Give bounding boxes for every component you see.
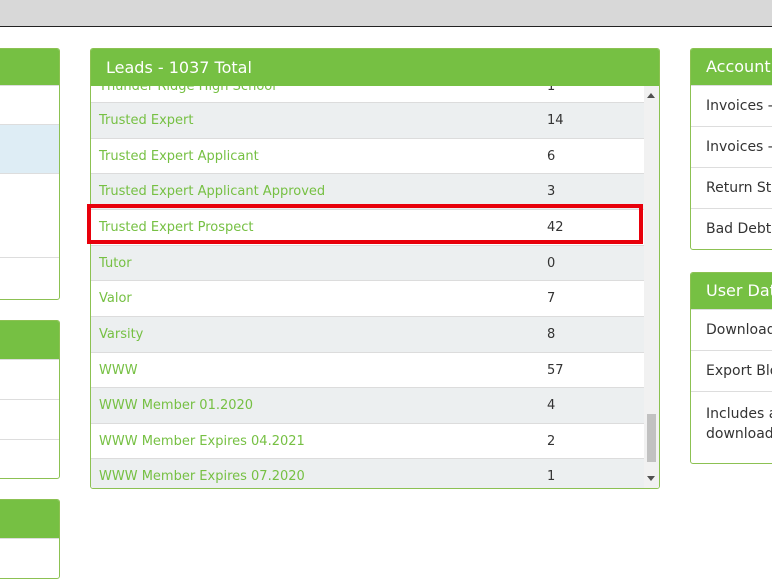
lead-row[interactable]: Varsity 8 — [91, 316, 644, 352]
left-panel-2-row-3[interactable] — [0, 439, 59, 478]
lead-count: 1 — [547, 469, 556, 484]
user-data-note-line: Includes a — [706, 406, 772, 422]
lead-name-link[interactable]: Varsity — [99, 317, 143, 352]
left-panel-1 — [0, 48, 60, 300]
accounting-panel: Accountin Invoices - C Invoices - I Retu… — [690, 48, 772, 250]
accounting-item[interactable]: Bad Debt I — [691, 208, 772, 249]
lead-row[interactable]: WWW Member 01.2020 4 — [91, 387, 644, 423]
left-panel-1-row-1[interactable] — [0, 85, 59, 124]
lead-row[interactable]: Trusted Expert 14 — [91, 102, 644, 138]
lead-name-link[interactable]: Trusted Expert Applicant — [99, 139, 259, 174]
lead-row[interactable]: WWW 57 — [91, 352, 644, 388]
accounting-panel-title: Accountin — [691, 49, 772, 85]
left-panel-3-row-1[interactable] — [0, 538, 59, 578]
lead-name-link[interactable]: WWW — [99, 353, 138, 388]
accounting-item[interactable]: Invoices - I — [691, 126, 772, 167]
lead-row[interactable]: Trusted Expert Applicant 6 — [91, 138, 644, 174]
lead-count: 0 — [547, 256, 556, 271]
lead-row[interactable]: Trusted Expert Prospect 42 — [91, 209, 644, 245]
lead-count: 7 — [547, 291, 556, 306]
lead-count: 3 — [547, 184, 556, 199]
left-panel-1-row-selected[interactable] — [0, 124, 59, 173]
leads-panel: Leads - 1037 Total Thunder Ridge High Sc… — [90, 48, 660, 489]
lead-name-link[interactable]: WWW Member 01.2020 — [99, 388, 253, 423]
lead-count: 8 — [547, 327, 556, 342]
accounting-item[interactable]: Return Sta — [691, 167, 772, 208]
left-panel-1-row-4[interactable] — [0, 257, 59, 297]
lead-count: 42 — [547, 220, 564, 235]
lead-name-link[interactable]: Tutor — [99, 246, 132, 281]
left-panel-1-header — [0, 49, 59, 85]
user-data-panel: User Dat Download Export Blo Includes a … — [690, 272, 772, 464]
left-panel-2-row-1[interactable] — [0, 359, 59, 399]
lead-name-link[interactable]: Trusted Expert Applicant Approved — [99, 174, 325, 209]
user-data-note: Includes a download — [691, 391, 772, 463]
lead-row[interactable]: WWW Member Expires 07.2020 1 — [91, 458, 644, 488]
download-link[interactable]: Download — [691, 309, 772, 350]
lead-name-link[interactable]: WWW Member Expires 07.2020 — [99, 459, 305, 488]
scrollbar-thumb[interactable] — [647, 414, 656, 462]
lead-row[interactable]: WWW Member Expires 04.2021 2 — [91, 423, 644, 459]
lead-row[interactable]: Valor 7 — [91, 280, 644, 316]
left-panel-2 — [0, 320, 60, 479]
left-panel-2-header — [0, 321, 59, 359]
scroll-up-arrow-icon[interactable] — [647, 93, 655, 98]
user-data-note-line: download — [706, 426, 772, 442]
lead-name-link[interactable]: Trusted Expert — [99, 103, 193, 138]
export-link[interactable]: Export Blo — [691, 350, 772, 391]
left-panel-2-row-2[interactable] — [0, 399, 59, 439]
accounting-item[interactable]: Invoices - C — [691, 85, 772, 126]
lead-count: 14 — [547, 113, 564, 128]
lead-count: 2 — [547, 434, 556, 449]
leads-panel-title: Leads - 1037 Total — [91, 49, 659, 86]
browser-top-bar — [0, 0, 772, 27]
lead-name-link[interactable]: Trusted Expert Prospect — [99, 210, 254, 245]
lead-row[interactable]: Trusted Expert Applicant Approved 3 — [91, 173, 644, 209]
leads-list[interactable]: Thunder Ridge High School 1 Trusted Expe… — [91, 86, 659, 488]
lead-name-link[interactable]: WWW Member Expires 04.2021 — [99, 424, 305, 459]
lead-row[interactable]: Tutor 0 — [91, 245, 644, 281]
scroll-down-arrow-icon[interactable] — [647, 476, 655, 481]
lead-count: 57 — [547, 363, 564, 378]
left-panel-3-header — [0, 500, 59, 538]
lead-count: 6 — [547, 149, 556, 164]
left-panel-3 — [0, 499, 60, 579]
lead-count: 4 — [547, 398, 556, 413]
lead-name-link[interactable]: Valor — [99, 281, 132, 316]
leads-scrollbar[interactable] — [644, 86, 659, 488]
user-data-panel-title: User Dat — [691, 273, 772, 309]
left-panel-1-row-3[interactable] — [0, 173, 59, 257]
